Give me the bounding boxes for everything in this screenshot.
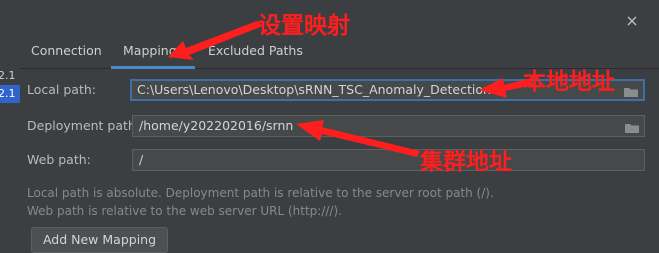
annotation-set-mapping: 设置映射 <box>258 13 350 39</box>
annotation-local-address: 本地地址 <box>523 69 615 95</box>
arrow-to-deployment-path <box>296 120 420 157</box>
arrow-to-mappings-tab <box>168 21 263 60</box>
annotation-cluster-address: 集群地址 <box>420 149 512 175</box>
